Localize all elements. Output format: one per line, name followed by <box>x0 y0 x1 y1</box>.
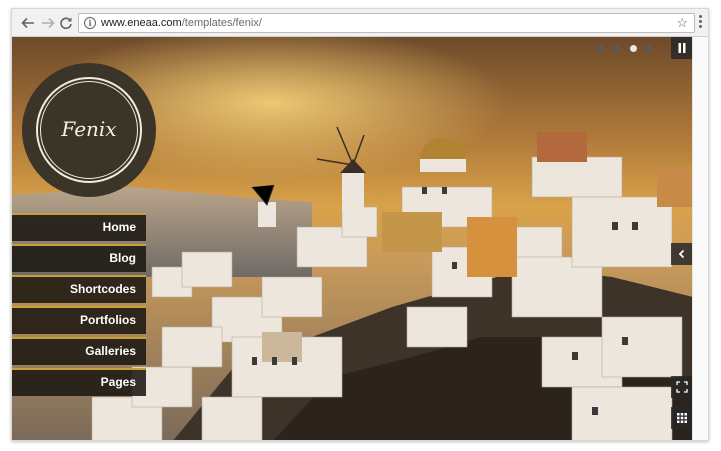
slider-nav-button[interactable] <box>671 243 693 265</box>
arrow-right-icon <box>42 17 55 29</box>
slider-dot[interactable] <box>598 45 605 52</box>
slider-dot[interactable] <box>614 45 621 52</box>
reload-icon <box>60 17 72 30</box>
url-text: www.eneaa.com/templates/fenix/ <box>101 17 262 29</box>
fullscreen-icon <box>676 381 688 393</box>
thumbnails-button[interactable] <box>671 407 693 429</box>
menu-item-shortcodes[interactable]: Shortcodes <box>12 275 146 303</box>
back-button[interactable] <box>18 13 38 33</box>
slider-dot-active[interactable] <box>630 45 637 52</box>
logo-text: Fenix <box>61 117 117 141</box>
address-bar[interactable]: i www.eneaa.com/templates/fenix/ ☆ <box>78 13 695 33</box>
menu-item-pages[interactable]: Pages <box>12 368 146 396</box>
reload-button[interactable] <box>56 13 76 33</box>
page-scrollbar[interactable] <box>692 37 708 440</box>
url-path: /templates/fenix/ <box>181 17 262 29</box>
url-host: www.eneaa.com <box>101 17 182 29</box>
browser-window: i www.eneaa.com/templates/fenix/ ☆ Fenix… <box>11 8 709 441</box>
slider-pagination <box>598 45 662 55</box>
grid-icon <box>677 413 687 423</box>
browser-toolbar: i www.eneaa.com/templates/fenix/ ☆ <box>12 9 708 37</box>
pause-icon <box>678 43 686 53</box>
menu-item-blog[interactable]: Blog <box>12 244 146 272</box>
slider-dot[interactable] <box>646 45 653 52</box>
forward-button[interactable] <box>38 13 58 33</box>
arrow-left-icon <box>21 17 34 29</box>
pause-button[interactable] <box>671 37 693 59</box>
fullscreen-button[interactable] <box>671 376 693 398</box>
main-menu: Home Blog Shortcodes Portfolios Gallerie… <box>12 213 146 399</box>
page-viewport: Fenix Home Blog Shortcodes Portfolios Ga… <box>12 37 693 440</box>
chevron-left-icon <box>678 249 685 259</box>
menu-item-portfolios[interactable]: Portfolios <box>12 306 146 334</box>
site-logo[interactable]: Fenix <box>22 63 156 197</box>
menu-item-home[interactable]: Home <box>12 213 146 241</box>
kebab-menu-icon[interactable] <box>694 13 706 33</box>
star-icon[interactable]: ☆ <box>676 15 688 31</box>
info-icon[interactable]: i <box>84 17 96 29</box>
menu-item-galleries[interactable]: Galleries <box>12 337 146 365</box>
